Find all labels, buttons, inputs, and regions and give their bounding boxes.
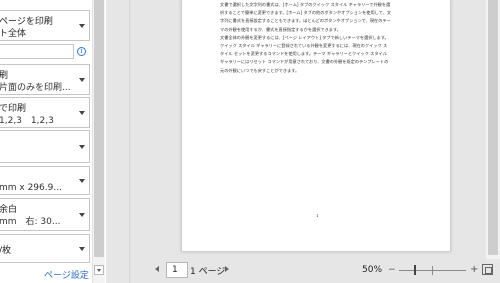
zoom-out-button[interactable]: − — [388, 265, 396, 275]
previous-page-icon[interactable] — [155, 266, 159, 272]
chevron-down-icon — [79, 212, 85, 217]
margins-value: mm 右: 30... — [0, 217, 61, 227]
pages-input[interactable] — [0, 44, 74, 59]
preview-scrollbar-thumb[interactable] — [488, 0, 498, 255]
zoom-level-label[interactable]: 50% — [362, 265, 382, 275]
zoom-slider-center-mark — [432, 266, 433, 275]
scrollbar-thumb[interactable] — [94, 0, 104, 257]
divider — [129, 0, 130, 283]
scroll-down-button[interactable] — [94, 265, 104, 275]
fit-to-window-icon[interactable] — [482, 264, 493, 275]
chevron-down-icon — [79, 178, 85, 183]
document-body: 文書で選択した文字列の書式は、[ホーム] タブのクイック スタイル ギャラリーで… — [220, 1, 414, 75]
margins-dropdown[interactable]: 余白 mm 右: 30... — [0, 198, 90, 231]
document-line: ギャラリーにはリセット コマンドが用意されており、文書の外観を既定のテンプレート… — [220, 59, 389, 65]
page-footer-number: 1 — [316, 213, 319, 218]
page-setup-link[interactable]: ページ設定 — [44, 268, 89, 281]
settings-scrollbar[interactable] — [92, 0, 105, 283]
print-range-value: ト全体 — [0, 29, 27, 39]
document-line: マの外観を使用するか、書式を直接指定するかを選択できます。 — [220, 26, 341, 32]
sides-dropdown[interactable]: 刷 片面のみを印刷... — [0, 64, 90, 95]
pages-per-sheet-title: /枚 — [0, 246, 12, 256]
chevron-down-icon — [79, 77, 85, 82]
chevron-down-icon — [79, 23, 85, 28]
next-page-icon[interactable] — [225, 266, 229, 272]
collation-dropdown[interactable]: で印刷 1,2,3 1,2,3 — [0, 97, 90, 128]
zoom-slider-thumb[interactable] — [414, 265, 416, 275]
preview-scrollbar[interactable] — [486, 0, 500, 259]
zoom-in-button[interactable]: + — [470, 264, 478, 275]
document-line: 元の外観にいつでも戻すことができます。 — [220, 67, 300, 73]
chevron-down-icon — [79, 110, 85, 115]
document-line: クイック スタイル ギャラリーに登録されている外観を変更するには、現在のクイック… — [220, 43, 388, 49]
document-line: タイル セットを変更するコマンドを使用します。テーマ ギャラリーとクイック スタ… — [220, 51, 387, 57]
orientation-dropdown[interactable] — [0, 130, 90, 163]
pages-per-sheet-dropdown[interactable]: /枚 — [0, 234, 90, 263]
print-settings-pane: ページを印刷 ト全体 i 刷 片面のみを印刷... で印刷 1,2,3 1,2,… — [0, 0, 106, 283]
paper-size-dropdown[interactable]: mm x 296.9... — [0, 166, 90, 195]
document-line: 文書全体の外観を変更するには、[ページ レイアウト] タブで新しいテーマを選択し… — [220, 34, 389, 40]
total-pages-label: 1 ページ — [190, 267, 226, 277]
chevron-down-icon — [79, 246, 85, 251]
document-line: 択することで簡単に変更できます。[ホーム] タブの他のボタンやオプションを使用し… — [220, 10, 392, 16]
preview-page: 文書で選択した文字列の書式は、[ホーム] タブのクイック スタイル ギャラリーで… — [181, 0, 451, 252]
print-range-dropdown[interactable]: ページを印刷 ト全体 — [0, 10, 90, 41]
sides-value: 片面のみを印刷... — [0, 83, 71, 93]
current-page-input[interactable]: 1 — [166, 262, 188, 278]
document-line: 文書で選択した文字列の書式は、[ホーム] タブのクイック スタイル ギャラリーで… — [220, 2, 391, 7]
paper-size-value: mm x 296.9... — [0, 183, 62, 193]
info-icon[interactable]: i — [77, 47, 86, 56]
collation-value: 1,2,3 1,2,3 — [0, 116, 54, 126]
chevron-down-icon — [79, 144, 85, 149]
document-line: 字列に書式を直接設定することもできます。ほとんどのボタンやオプションで、現在のテ… — [220, 18, 391, 24]
